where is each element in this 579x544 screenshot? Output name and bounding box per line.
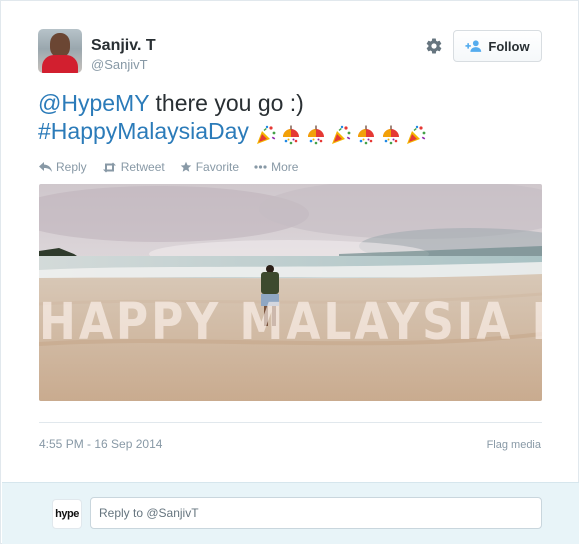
gear-icon[interactable]: [425, 37, 443, 55]
reply-icon: [39, 161, 52, 172]
retweet-icon: [102, 162, 116, 172]
reply-area: hype: [2, 482, 579, 544]
more-label: More: [271, 160, 299, 174]
emoji-row: [255, 119, 430, 147]
confetti-ball-icon: [382, 125, 399, 145]
mention-link[interactable]: @HypeMY: [38, 90, 149, 116]
author-handle[interactable]: @SanjivT: [91, 57, 148, 72]
more-icon: [254, 165, 267, 169]
tweet-photo[interactable]: HAPPY MALAYSIA DAY: [39, 184, 542, 401]
confetti-ball-icon: [307, 125, 324, 145]
more-action[interactable]: More: [254, 160, 298, 174]
tweet-line-1: @HypeMY there you go :): [38, 89, 558, 117]
star-icon: [180, 161, 191, 172]
follow-label: Follow: [488, 38, 530, 54]
user-avatar-logo[interactable]: hype: [52, 499, 82, 529]
tweet-timestamp[interactable]: 4:55 PM - 16 Sep 2014: [39, 437, 162, 451]
tweet-line-2: #HappyMalaysiaDay: [38, 117, 558, 147]
retweet-label: Retweet: [120, 160, 165, 174]
reply-input[interactable]: [90, 497, 542, 529]
tweet-actions: Reply Retweet Favorite More: [39, 160, 298, 174]
tweet-divider: [39, 422, 542, 423]
tweet-text: @HypeMY there you go :) #HappyMalaysiaDa…: [38, 89, 558, 147]
author-avatar[interactable]: [38, 29, 82, 73]
confetti-ball-icon: [357, 125, 374, 145]
favorite-action[interactable]: Favorite: [180, 160, 239, 174]
hashtag-link[interactable]: #HappyMalaysiaDay: [38, 118, 249, 144]
tweet-card: Sanjiv. T @SanjivT Follow @HypeMY there …: [0, 0, 579, 544]
add-user-icon: [465, 40, 482, 52]
favorite-label: Favorite: [195, 160, 240, 174]
author-name[interactable]: Sanjiv. T: [91, 37, 156, 55]
reply-label: Reply: [56, 160, 87, 174]
avatar-shirt: [42, 55, 78, 73]
party-popper-icon: [406, 125, 426, 144]
avatar-face: [50, 33, 70, 57]
follow-button[interactable]: Follow: [453, 30, 542, 62]
flag-media-link[interactable]: Flag media: [487, 439, 541, 451]
party-popper-icon: [331, 125, 351, 144]
confetti-ball-icon: [282, 125, 299, 145]
reply-action[interactable]: Reply: [39, 160, 87, 174]
party-popper-icon: [256, 125, 276, 144]
tweet-body: there you go :): [149, 90, 304, 116]
retweet-action[interactable]: Retweet: [102, 160, 165, 174]
photo-overlay-text: HAPPY MALAYSIA DAY: [39, 293, 542, 352]
